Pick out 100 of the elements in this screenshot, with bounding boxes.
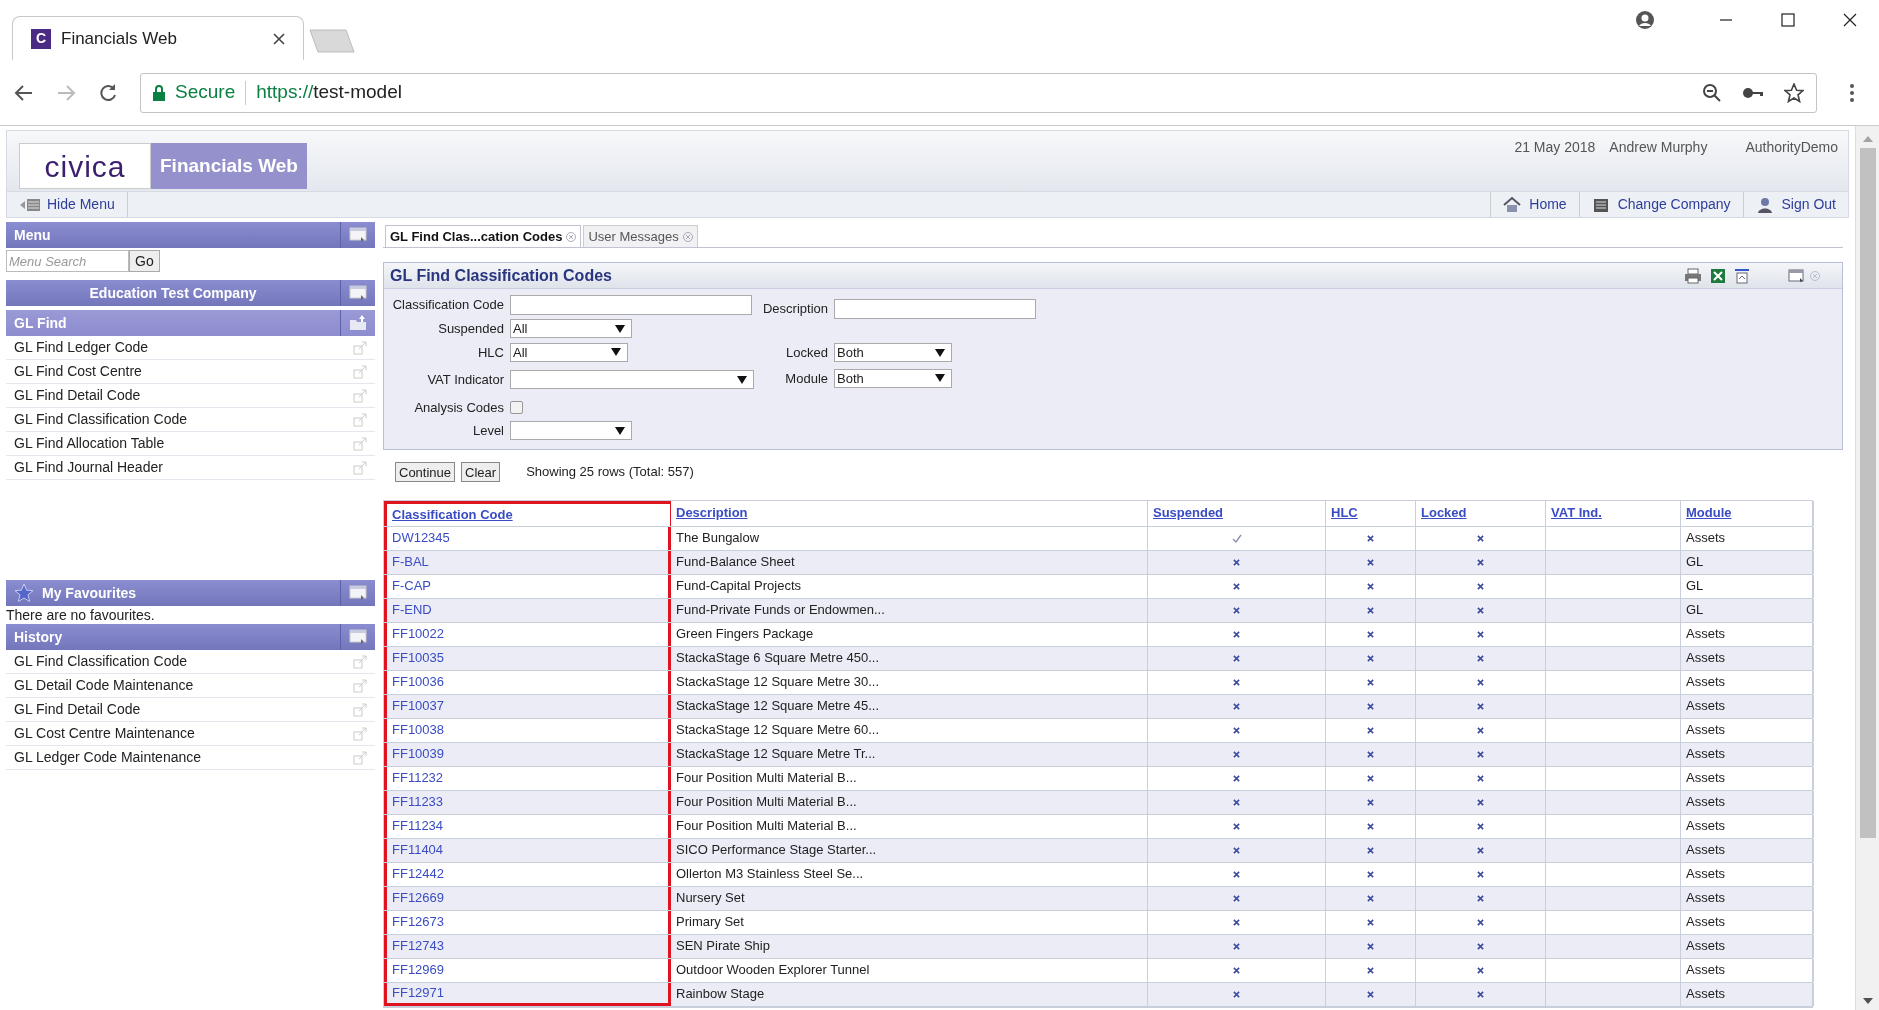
dropdown[interactable]: Both xyxy=(834,343,952,363)
table-cell: Assets xyxy=(1681,766,1814,790)
tab[interactable]: User Messages xyxy=(583,225,698,247)
column-header[interactable]: HLC xyxy=(1326,500,1416,526)
table-cell: StackaStage 12 Square Metre 60... xyxy=(671,718,1148,742)
menu-item[interactable]: GL Find Ledger Code xyxy=(6,336,375,360)
window-icon[interactable] xyxy=(349,227,367,243)
menu-item[interactable]: GL Find Classification Code xyxy=(6,650,375,674)
table-cell: SICO Performance Stage Starter... xyxy=(671,838,1148,862)
scrollbar-thumb[interactable] xyxy=(1859,148,1876,838)
hide-menu-button[interactable]: Hide Menu xyxy=(7,192,128,217)
caret-icon xyxy=(615,324,625,333)
browser-tab[interactable]: C Financials Web xyxy=(12,16,304,60)
menu-search-field[interactable]: Menu Search xyxy=(6,250,129,272)
menu-item[interactable]: GL Detail Code Maintenance xyxy=(6,674,375,698)
text-field[interactable] xyxy=(834,299,1036,319)
column-header[interactable]: Module xyxy=(1681,500,1814,526)
window-icon[interactable] xyxy=(349,585,367,601)
table-cell: GL xyxy=(1681,550,1814,574)
tab[interactable]: GL Find Clas...cation Codes xyxy=(385,225,582,247)
collapse-icon xyxy=(19,197,41,212)
company-name: AuthorityDemo xyxy=(1745,138,1838,157)
table-cell: Assets xyxy=(1681,622,1814,646)
table-cell: Four Position Multi Material B... xyxy=(671,814,1148,838)
table-cell: Assets xyxy=(1681,646,1814,670)
back-icon[interactable] xyxy=(14,82,34,103)
menu-item[interactable]: GL Find Cost Centre xyxy=(6,360,375,384)
window-icon[interactable] xyxy=(349,629,367,645)
menu-item[interactable]: GL Find Allocation Table xyxy=(6,432,375,456)
dropdown[interactable]: All xyxy=(510,342,628,362)
checkbox[interactable] xyxy=(510,400,523,414)
table-cell: SEN Pirate Ship xyxy=(671,934,1148,958)
nav-link[interactable]: Sign Out xyxy=(1742,192,1848,217)
menu-item[interactable]: GL Cost Centre Maintenance xyxy=(6,722,375,746)
collapse-panel-icon[interactable] xyxy=(1734,267,1750,284)
field-label: Analysis Codes xyxy=(413,398,504,417)
menu-item[interactable]: GL Find Detail Code xyxy=(6,698,375,722)
column-header[interactable]: Locked xyxy=(1416,500,1546,526)
history-header[interactable]: History xyxy=(6,624,375,650)
key-icon[interactable] xyxy=(1742,85,1764,100)
zoom-out-icon[interactable] xyxy=(1702,82,1722,103)
menu-header-title: Menu xyxy=(14,225,51,245)
url-text: https://test-model xyxy=(256,80,403,105)
table-cell: Assets xyxy=(1681,958,1814,982)
lock-icon xyxy=(153,84,165,101)
table-cell: Assets xyxy=(1681,670,1814,694)
column-header[interactable]: Description xyxy=(671,500,1148,526)
code-link[interactable]: FF12971 xyxy=(384,982,671,1006)
clear-button[interactable]: Clear xyxy=(461,461,501,482)
star-icon[interactable] xyxy=(1784,82,1804,103)
folder-icon[interactable] xyxy=(349,315,367,331)
go-button[interactable]: Go xyxy=(129,250,160,272)
table-cell: Rainbow Stage xyxy=(671,982,1148,1006)
scroll-down-icon[interactable] xyxy=(1862,998,1873,1006)
table-cell: Four Position Multi Material B... xyxy=(671,790,1148,814)
maximize-icon[interactable] xyxy=(1781,13,1795,27)
favourites-header[interactable]: My Favourites xyxy=(6,580,375,606)
field-label: VAT Indicator xyxy=(426,371,504,389)
menu-item[interactable]: GL Find Classification Code xyxy=(6,408,375,432)
menu-header[interactable]: Menu xyxy=(6,222,375,248)
table-cell: Assets xyxy=(1681,694,1814,718)
column-header[interactable]: Suspended xyxy=(1148,500,1326,526)
close-icon[interactable] xyxy=(273,32,285,45)
more-icon[interactable] xyxy=(1849,82,1855,103)
table-cell: StackaStage 12 Square Metre 45... xyxy=(671,694,1148,718)
dropdown[interactable]: Both xyxy=(834,368,952,388)
table-cell: Assets xyxy=(1681,862,1814,886)
external-link-icon xyxy=(353,340,367,355)
text-field[interactable] xyxy=(510,295,752,315)
scroll-up-icon[interactable] xyxy=(1862,134,1873,142)
column-header[interactable]: VAT Ind. xyxy=(1546,500,1681,526)
caret-icon xyxy=(737,375,747,384)
continue-button[interactable]: Continue xyxy=(395,461,456,482)
menu-item[interactable]: GL Ledger Code Maintenance xyxy=(6,746,375,770)
dropdown[interactable] xyxy=(510,370,754,390)
table-cell: Assets xyxy=(1681,742,1814,766)
table-cell: The Bungalow xyxy=(671,526,1148,550)
account-icon[interactable] xyxy=(1635,10,1655,30)
menu-item[interactable]: GL Find Journal Header xyxy=(6,456,375,480)
caret-icon xyxy=(935,374,945,383)
address-bar[interactable]: Secure https://test-model xyxy=(140,72,1817,113)
scrollbar[interactable] xyxy=(1855,126,1879,1010)
menu-item[interactable]: GL Find Detail Code xyxy=(6,384,375,408)
person-icon xyxy=(1755,195,1774,214)
external-link-icon xyxy=(353,460,367,475)
window-icon[interactable] xyxy=(349,285,367,301)
company-header[interactable]: Education Test Company xyxy=(6,280,375,306)
table-cell: StackaStage 6 Square Metre 450... xyxy=(671,646,1148,670)
window-icon[interactable] xyxy=(1788,268,1806,283)
dropdown[interactable] xyxy=(510,421,632,441)
reload-icon[interactable] xyxy=(98,82,118,103)
panel-title: GL Find Classification Codes xyxy=(390,265,613,286)
close-icon[interactable] xyxy=(1843,13,1857,27)
spreadsheet-icon[interactable] xyxy=(1710,267,1726,284)
print-icon[interactable] xyxy=(1684,267,1702,284)
table-cell: Assets xyxy=(1681,814,1814,838)
dropdown[interactable]: All xyxy=(510,319,632,339)
nav-link[interactable]: Home xyxy=(1490,192,1579,217)
nav-link[interactable]: Change Company xyxy=(1578,192,1743,217)
tab-title: Financials Web xyxy=(61,27,178,50)
